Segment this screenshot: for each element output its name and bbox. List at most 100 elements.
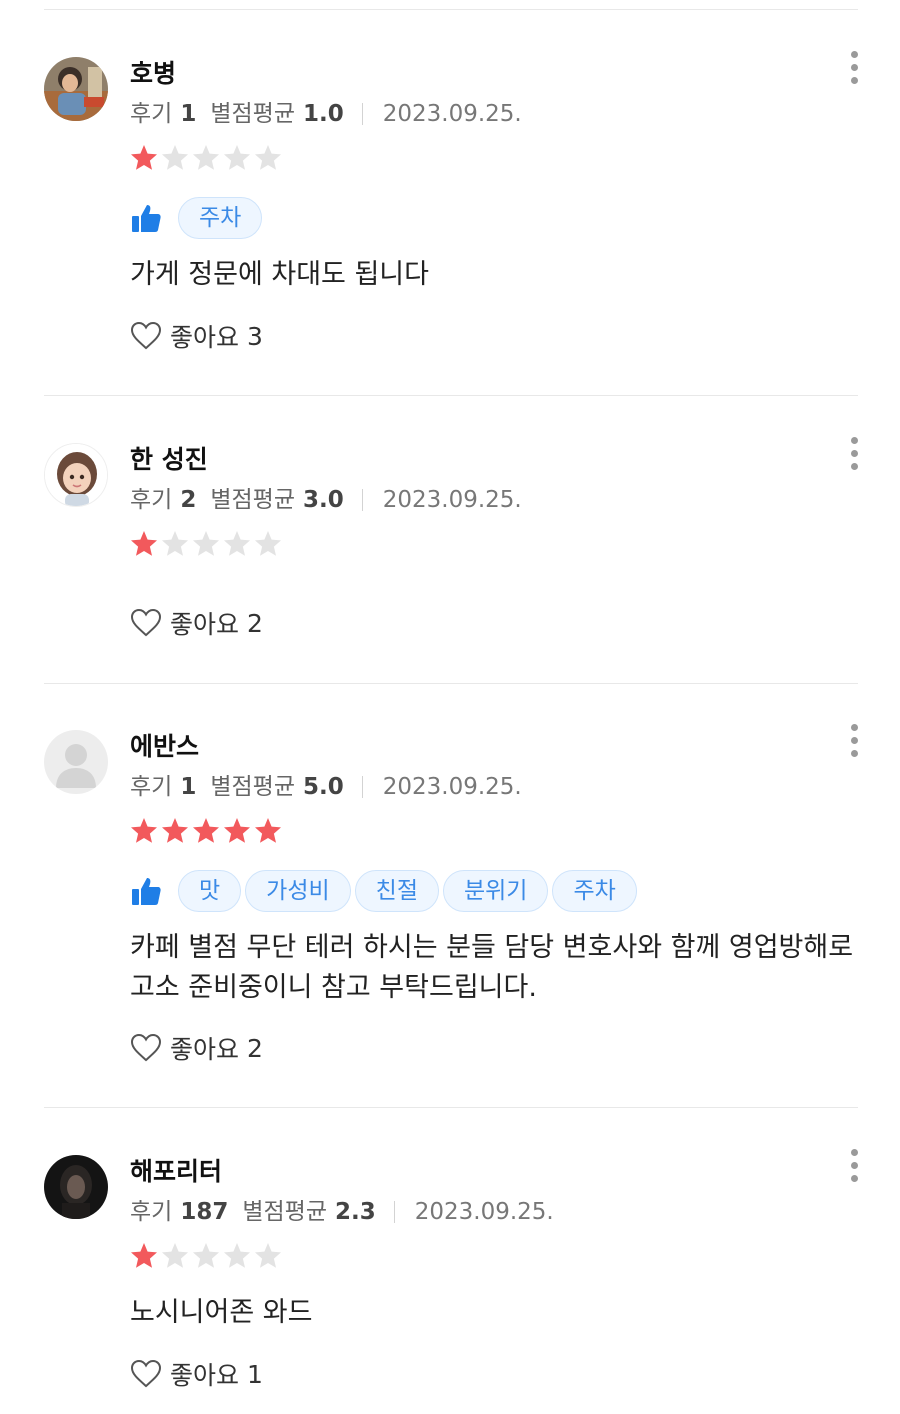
avatar-icon: [44, 730, 108, 794]
avatar-icon: [44, 1155, 108, 1219]
more-vertical-icon: [851, 463, 858, 470]
star-rating: [129, 816, 284, 846]
heart-outline-icon: [130, 321, 162, 350]
meta-separator: [361, 489, 363, 511]
avatar[interactable]: [44, 443, 108, 507]
review-tag[interactable]: 가성비: [245, 870, 351, 912]
star-icon: [131, 531, 157, 556]
star-icon: [255, 531, 281, 556]
like-label: 좋아요: [170, 1361, 240, 1390]
avg-rating-label: 별점평균: [210, 101, 295, 127]
review-date: 2023.09.25.: [382, 101, 522, 127]
more-vertical-icon: [851, 724, 858, 731]
review-text: 카페 별점 무단 테러 하시는 분들 담당 변호사와 함께 영업방해로 고소 준…: [130, 932, 854, 1003]
more-options-button[interactable]: [842, 1149, 868, 1191]
star-icon: [193, 531, 219, 556]
star-icon: [131, 1243, 157, 1268]
star-icon: [131, 818, 157, 843]
review-tag[interactable]: 분위기: [442, 870, 549, 912]
review-tag[interactable]: 주차: [178, 197, 263, 239]
star-rating: [129, 143, 284, 173]
like-label: 좋아요: [170, 1035, 240, 1064]
review-count: 1: [180, 101, 197, 127]
divider: [44, 395, 858, 396]
star-icon: [224, 1243, 250, 1268]
avg-rating: 2.3: [334, 1199, 376, 1225]
avg-rating: 1.0: [302, 101, 344, 127]
star-rating: [129, 1241, 284, 1271]
more-vertical-icon: [851, 1162, 858, 1169]
like-count: 2: [247, 608, 263, 638]
heart-outline-icon: [130, 1359, 162, 1388]
more-options-button[interactable]: [842, 51, 868, 93]
tag-row: 주차: [130, 197, 266, 239]
review-date: 2023.09.25.: [382, 487, 522, 513]
more-vertical-icon: [851, 77, 858, 84]
thumbs-up-icon: [132, 205, 161, 232]
reviewer-meta: 후기 1 별점평균 1.0 2023.09.25.: [130, 97, 522, 131]
star-icon: [162, 1243, 188, 1268]
reviewer-name[interactable]: 호병: [130, 57, 176, 91]
review-date: 2023.09.25.: [382, 774, 522, 800]
avatar-icon: [44, 57, 108, 121]
review-text: 노시니어존 와드: [130, 1297, 313, 1328]
more-vertical-icon: [851, 737, 858, 744]
star-rating: [129, 529, 284, 559]
avg-rating: 3.0: [302, 487, 344, 513]
star-icon: [224, 145, 250, 170]
more-options-button[interactable]: [842, 437, 868, 479]
review-count: 1: [180, 774, 197, 800]
avg-rating: 5.0: [302, 774, 344, 800]
avg-rating-label: 별점평균: [210, 487, 295, 513]
avatar[interactable]: [44, 730, 108, 794]
reviewer-name[interactable]: 해포리터: [130, 1155, 222, 1189]
meta-separator: [393, 1201, 395, 1223]
review-count: 187: [180, 1199, 229, 1225]
reviewer-meta: 후기 187 별점평균 2.3 2023.09.25.: [130, 1195, 554, 1229]
review-text: 가게 정문에 차대도 됩니다: [130, 259, 429, 290]
reviewer-name[interactable]: 에반스: [130, 730, 199, 764]
avatar[interactable]: [44, 1155, 108, 1219]
divider: [44, 1107, 858, 1108]
more-options-button[interactable]: [842, 724, 868, 766]
more-vertical-icon: [851, 437, 858, 444]
more-vertical-icon: [851, 51, 858, 58]
like-button[interactable]: 좋아요 3: [130, 318, 263, 354]
like-button[interactable]: 좋아요 1: [130, 1356, 263, 1392]
more-vertical-icon: [851, 450, 858, 457]
star-icon: [193, 145, 219, 170]
star-icon: [162, 531, 188, 556]
star-icon: [255, 1243, 281, 1268]
review-list: 호병 후기 1 별점평균 1.0 2023.09.25. 주차 가게 정문에 차…: [0, 0, 900, 1414]
reviewer-meta: 후기 1 별점평균 5.0 2023.09.25.: [130, 770, 522, 804]
avg-rating-label: 별점평균: [210, 774, 295, 800]
meta-separator: [361, 776, 363, 798]
avatar[interactable]: [44, 57, 108, 121]
avatar-icon: [45, 444, 107, 506]
more-vertical-icon: [851, 1149, 858, 1156]
review-tag[interactable]: 맛: [178, 870, 242, 912]
like-count: 1: [247, 1359, 263, 1389]
more-vertical-icon: [851, 64, 858, 71]
like-button[interactable]: 좋아요 2: [130, 605, 263, 641]
star-icon: [224, 531, 250, 556]
review-count: 2: [180, 487, 197, 513]
star-icon: [224, 818, 250, 843]
divider: [44, 9, 858, 10]
star-icon: [193, 1243, 219, 1268]
star-icon: [193, 818, 219, 843]
review-date: 2023.09.25.: [414, 1199, 554, 1225]
star-icon: [162, 145, 188, 170]
star-icon: [131, 145, 157, 170]
more-vertical-icon: [851, 1175, 858, 1182]
star-icon: [255, 145, 281, 170]
review-tag[interactable]: 친절: [354, 870, 439, 912]
star-icon: [162, 818, 188, 843]
like-button[interactable]: 좋아요 2: [130, 1030, 263, 1066]
heart-outline-icon: [130, 1033, 162, 1062]
reviewer-name[interactable]: 한 성진: [130, 443, 208, 477]
review-tag[interactable]: 주차: [552, 870, 637, 912]
like-count: 2: [247, 1033, 263, 1063]
meta-separator: [361, 103, 363, 125]
thumbs-up-icon: [132, 878, 161, 905]
